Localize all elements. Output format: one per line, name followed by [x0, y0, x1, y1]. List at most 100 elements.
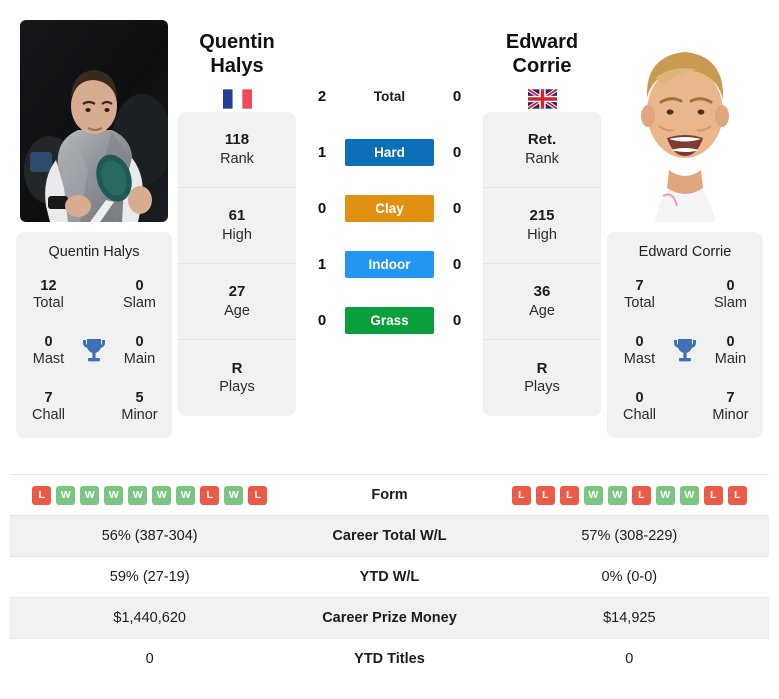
title-value: 0	[44, 334, 53, 351]
right-stat-card: Ret. Rank 215 High 36 Age R Plays	[483, 112, 601, 416]
surface-right-score: 0	[452, 199, 462, 217]
table-row: 56% (387-304) Career Total W/L 57% (308-…	[10, 515, 769, 557]
right-last-name: Corrie	[512, 55, 572, 78]
left-stats-column: Quentin Halys 118 Rank 61 High 27 Age R …	[178, 12, 296, 416]
right-stats-column: Edward Corrie Ret. Rank 215 High 36 Age …	[483, 12, 601, 416]
form-badge-loss: L	[535, 485, 555, 505]
right-player-titles-card: Edward Corrie 7 Total 0 Slam 0 Mast 0 Ma…	[607, 232, 763, 439]
stat-label: Rank	[220, 150, 254, 167]
title-label: Chall	[31, 406, 66, 423]
form-badge-loss: L	[703, 485, 723, 505]
title-stat: 5 Minor	[115, 390, 164, 424]
surface-right-score: 0	[452, 143, 462, 161]
stat-value: 215	[529, 207, 555, 225]
title-stat: 0 Main	[115, 334, 164, 368]
form-badge-win: W	[583, 485, 603, 505]
title-stat: 7 Minor	[706, 390, 755, 424]
title-label: Slam	[713, 294, 748, 311]
title-value: 5	[135, 390, 144, 407]
title-value: 0	[726, 334, 735, 351]
stat-label: Age	[529, 302, 555, 319]
title-label: Main	[714, 350, 747, 367]
table-row: $1,440,620 Career Prize Money $14,925	[10, 597, 769, 639]
stat-label: Plays	[219, 379, 255, 396]
stat-label: High	[222, 226, 252, 243]
form-cell-right: LLLWWLWWLL	[490, 475, 769, 516]
trophy-icon	[664, 337, 706, 365]
row-value-left: 56% (387-304)	[101, 528, 198, 544]
form-badge-win: W	[224, 485, 244, 505]
surface-right-score: 0	[452, 311, 462, 329]
row-label: Career Total W/L	[332, 528, 447, 544]
left-name-header: Quentin Halys	[178, 12, 296, 109]
right-form-list: LLLWWLWWLL	[490, 485, 769, 505]
right-name-header: Edward Corrie	[483, 12, 601, 109]
left-first-name: Quentin	[199, 31, 275, 53]
comparison-header: Quentin Halys 12 Total 0 Slam 0 Mast 0 M…	[0, 0, 779, 470]
title-stat: 0 Main	[706, 334, 755, 368]
form-badge-win: W	[607, 485, 627, 505]
surface-row-total: 2 Total 0	[296, 68, 483, 124]
table-row-form: LWWWWWWLWL Form LLLWWLWWLL	[10, 474, 769, 516]
title-stat: 0 Mast	[24, 334, 73, 368]
surface-badge-indoor[interactable]: Indoor	[345, 250, 434, 278]
title-stat: 0 Mast	[615, 334, 664, 368]
left-last-name: Halys	[210, 55, 264, 78]
surface-badge-hard[interactable]: Hard	[345, 138, 434, 166]
title-label: Main	[123, 350, 156, 367]
form-badge-win: W	[679, 485, 699, 505]
player-comparison-page: Quentin Halys 12 Total 0 Slam 0 Mast 0 M…	[0, 0, 779, 699]
title-label: Total	[33, 294, 64, 311]
table-row: 59% (27-19) YTD W/L 0% (0-0)	[10, 556, 769, 598]
form-badge-loss: L	[32, 485, 52, 505]
stat-cell-plays: R Plays	[178, 340, 296, 416]
title-label: Mast	[32, 350, 65, 367]
title-value: 7	[635, 278, 644, 294]
surface-row-clay: 0 Clay 0	[296, 180, 483, 236]
row-label: Career Prize Money	[322, 610, 457, 626]
row-value-right: 57% (308-229)	[581, 528, 678, 544]
stat-value: R	[536, 359, 548, 377]
stat-value: R	[231, 359, 243, 377]
surface-left-score: 2	[317, 87, 327, 105]
form-badge-loss: L	[631, 485, 651, 505]
title-value: 12	[40, 278, 57, 294]
left-player-name: Quentin Halys	[48, 244, 140, 260]
form-badge-loss: L	[559, 485, 579, 505]
stat-value: 61	[228, 207, 246, 225]
surface-row-indoor: 1 Indoor 0	[296, 236, 483, 292]
surface-badge-clay[interactable]: Clay	[345, 194, 434, 222]
title-value: 0	[726, 278, 735, 294]
stat-cell-rank: Ret. Rank	[483, 112, 601, 188]
title-label: Chall	[622, 406, 657, 423]
form-badge-win: W	[80, 485, 100, 505]
row-label: YTD W/L	[359, 569, 420, 585]
title-value: 0	[135, 334, 144, 351]
left-stat-card: 118 Rank 61 High 27 Age R Plays	[178, 112, 296, 416]
form-cell-left: LWWWWWWLWL	[10, 475, 289, 516]
form-badge-win: W	[128, 485, 148, 505]
form-badge-loss: L	[200, 485, 220, 505]
table-row: 0 YTD Titles 0	[10, 638, 769, 680]
right-player-name: Edward Corrie	[638, 244, 732, 260]
surface-badge-grass[interactable]: Grass	[345, 306, 434, 334]
trophy-icon	[73, 337, 115, 365]
title-value: 0	[635, 334, 644, 351]
row-value-right: 0	[625, 651, 634, 668]
title-value: 7	[44, 390, 53, 407]
title-value: 0	[635, 390, 644, 407]
surface-right-score: 0	[452, 255, 462, 273]
stat-value: 118	[224, 131, 250, 149]
title-stat: 0 Slam	[115, 278, 164, 312]
row-value-right: $14,925	[603, 610, 656, 626]
title-value: 7	[726, 390, 735, 407]
title-label: Total	[624, 294, 655, 311]
title-label: Mast	[623, 350, 656, 367]
left-player-titles-card: Quentin Halys 12 Total 0 Slam 0 Mast 0 M…	[16, 232, 172, 439]
surface-right-score: 0	[452, 87, 462, 105]
title-label: Minor	[712, 406, 749, 423]
stat-cell-age: 27 Age	[178, 264, 296, 340]
comparison-stats-table: LWWWWWWLWL Form LLLWWLWWLL 56% (387-304)…	[10, 474, 769, 680]
row-value-right: 0% (0-0)	[601, 569, 658, 585]
right-first-name: Edward	[505, 31, 579, 53]
